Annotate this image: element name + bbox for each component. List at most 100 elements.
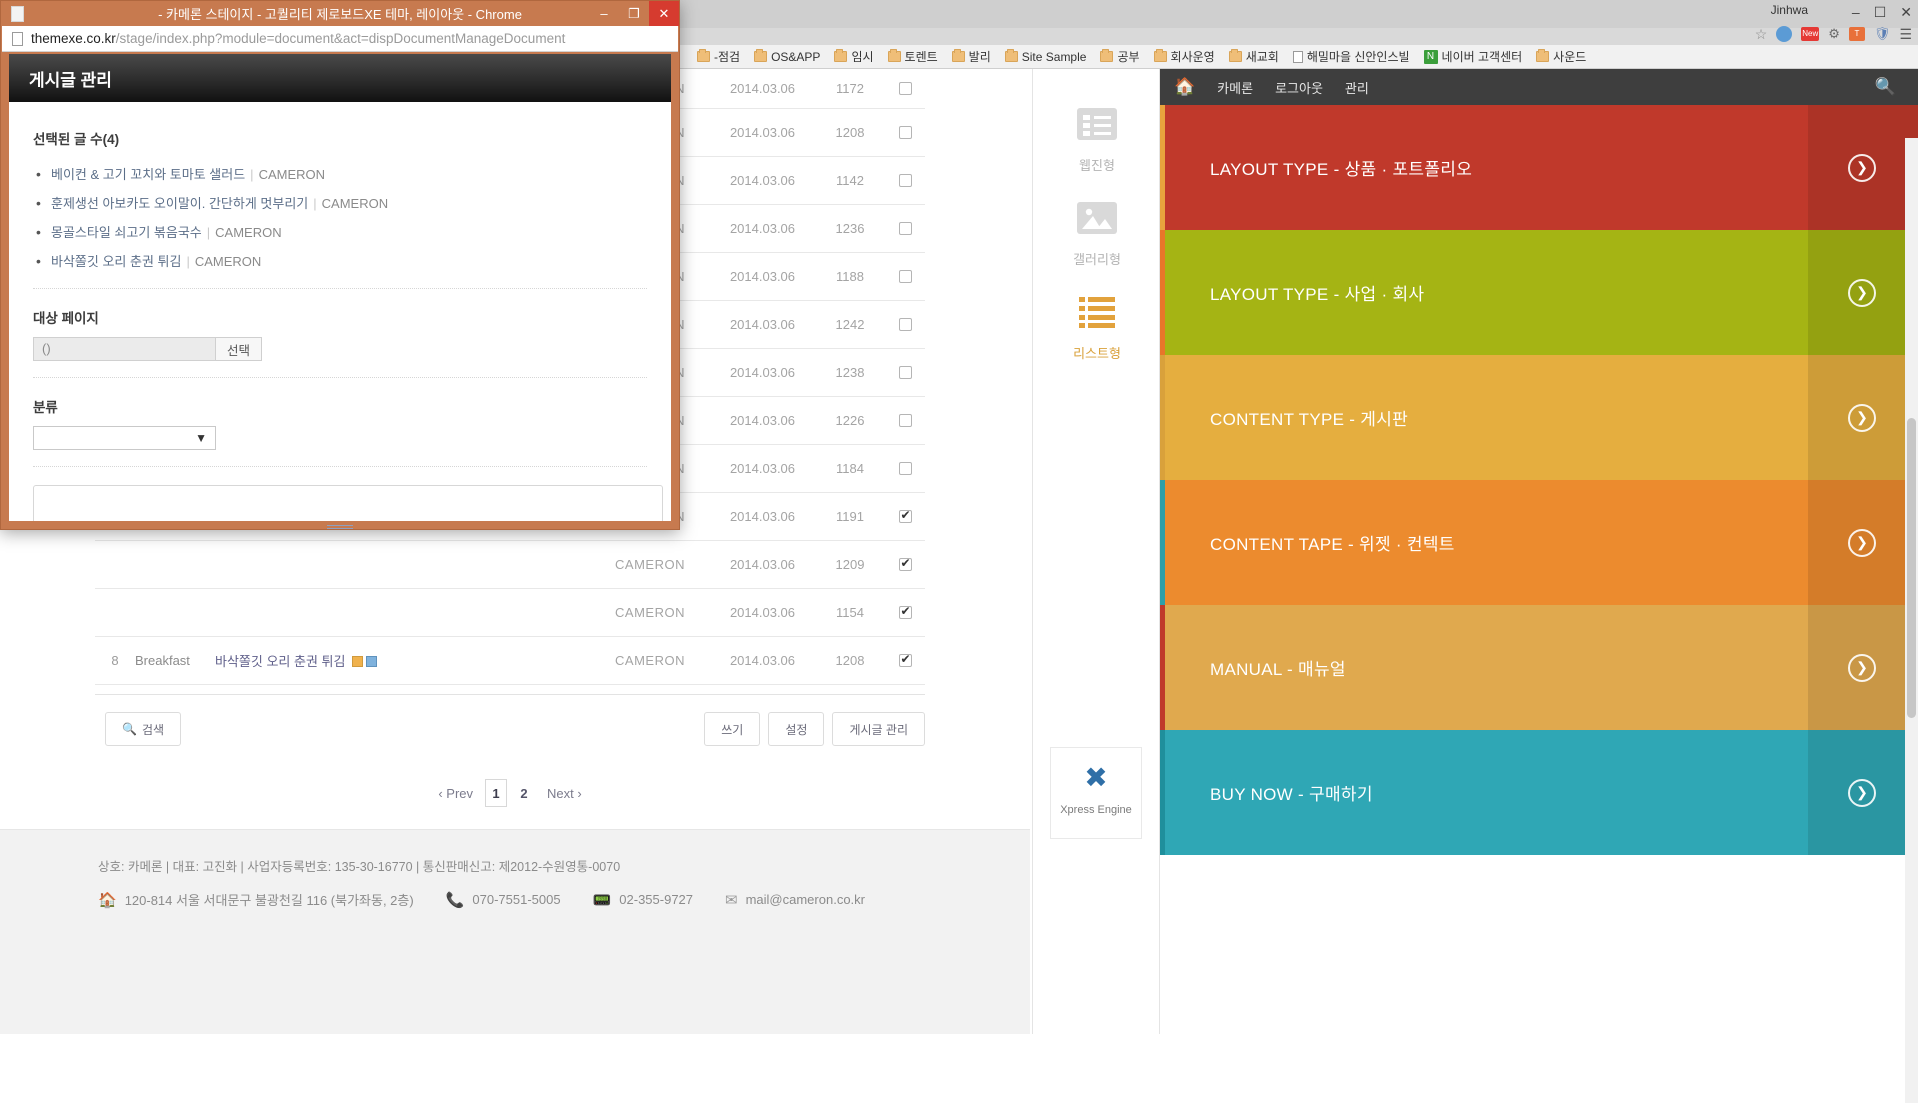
- row-checkbox-cell[interactable]: [885, 318, 925, 331]
- layout-type-webzine[interactable]: 웹진형: [1033, 107, 1161, 174]
- pagination-next[interactable]: Next ›: [541, 779, 588, 807]
- bookmark-item[interactable]: 토렌트: [881, 46, 945, 68]
- chevron-right-icon[interactable]: ❯: [1848, 528, 1876, 557]
- layout-type-list[interactable]: 리스트형: [1033, 295, 1161, 362]
- row-checkbox-cell[interactable]: [885, 366, 925, 379]
- promo-banner-layout-business[interactable]: LAYOUT TYPE - 사업 · 회사 ❯: [1160, 230, 1918, 355]
- footer-email[interactable]: mail@cameron.co.kr: [746, 892, 865, 907]
- bookmark-item[interactable]: N 네이버 고객센터: [1417, 46, 1530, 68]
- chevron-right-icon[interactable]: ❯: [1848, 653, 1876, 682]
- list-item[interactable]: 몽골스타일 쇠고기 볶음국수 | CAMERON: [33, 218, 647, 247]
- popup-title-bar[interactable]: - 카메론 스테이지 - 고퀄리티 제로보드XE 테마, 레이아웃 - Chro…: [1, 1, 679, 26]
- home-icon[interactable]: 🏠: [1174, 77, 1195, 97]
- promo-nav-cameron[interactable]: 카메론: [1217, 78, 1253, 97]
- minimize-button[interactable]: –: [589, 1, 619, 26]
- layout-type-gallery[interactable]: 갤러리형: [1033, 201, 1161, 268]
- row-checkbox-cell[interactable]: [885, 604, 925, 619]
- bg-minimize-icon[interactable]: –: [1852, 2, 1860, 22]
- chevron-right-icon[interactable]: ❯: [1848, 278, 1876, 307]
- pagination-page-2[interactable]: 2: [513, 779, 535, 807]
- table-row[interactable]: CAMERON 2014.03.06 1209: [95, 541, 925, 589]
- category-select[interactable]: ▼: [33, 426, 216, 450]
- list-item[interactable]: 베이컨 & 고기 꼬치와 토마토 샐러드 | CAMERON: [33, 160, 647, 189]
- memo-textarea[interactable]: [33, 485, 663, 521]
- row-checkbox[interactable]: [898, 462, 912, 475]
- star-icon[interactable]: ☆: [1755, 26, 1768, 43]
- translate-icon[interactable]: T: [1848, 27, 1865, 41]
- scrollbar-thumb[interactable]: [1907, 418, 1916, 718]
- settings-button[interactable]: 설정: [768, 712, 825, 746]
- table-row[interactable]: 8 Breakfast 바삭쫄깃 오리 춘권 튀김 CAMERON 2014.0…: [95, 637, 925, 685]
- row-checkbox[interactable]: [898, 174, 912, 187]
- new-badge-icon[interactable]: New: [1801, 27, 1820, 41]
- shield-icon[interactable]: 🛡: [1874, 26, 1891, 42]
- menu-icon[interactable]: ☰: [1899, 26, 1912, 43]
- bookmark-item[interactable]: 발리: [945, 46, 998, 68]
- row-checkbox[interactable]: [898, 270, 912, 283]
- page-info-icon[interactable]: [12, 31, 23, 46]
- bookmark-item[interactable]: 새교회: [1222, 46, 1286, 68]
- list-item[interactable]: 바삭쫄깃 오리 춘권 튀김 | CAMERON: [33, 247, 647, 276]
- chevron-right-icon[interactable]: ❯: [1848, 403, 1876, 432]
- row-checkbox-cell[interactable]: [885, 462, 925, 475]
- popup-browser-window[interactable]: - 카메론 스테이지 - 고퀄리티 제로보드XE 테마, 레이아웃 - Chro…: [0, 0, 680, 530]
- row-checkbox[interactable]: [898, 222, 912, 235]
- target-page-input[interactable]: (): [33, 337, 216, 361]
- promo-banner-content-widget[interactable]: CONTENT TAPE - 위젯 · 컨텍트 ❯: [1160, 480, 1918, 605]
- list-item[interactable]: 훈제생선 아보카도 오이말이. 간단하게 멋부리기 | CAMERON: [33, 189, 647, 218]
- bookmark-item[interactable]: -점검: [690, 46, 747, 68]
- row-checkbox[interactable]: [898, 366, 912, 379]
- pagination-page-1[interactable]: 1: [485, 779, 507, 807]
- row-checkbox-cell[interactable]: [885, 556, 925, 571]
- row-checkbox[interactable]: [898, 556, 912, 571]
- bookmark-item[interactable]: 임시: [827, 46, 880, 68]
- page-scrollbar[interactable]: [1905, 138, 1918, 1103]
- search-icon[interactable]: 🔍: [1875, 77, 1896, 97]
- row-checkbox-cell[interactable]: [885, 82, 925, 95]
- manage-posts-button[interactable]: 게시글 관리: [832, 712, 925, 746]
- write-button[interactable]: 쓰기: [704, 712, 761, 746]
- promo-nav-logout[interactable]: 로그아웃: [1275, 78, 1323, 97]
- row-checkbox-cell[interactable]: [885, 652, 925, 667]
- row-checkbox[interactable]: [898, 126, 912, 139]
- extension-icon[interactable]: ⚙: [1828, 26, 1840, 42]
- popup-address-bar[interactable]: themexe.co.kr/stage/index.php?module=doc…: [2, 26, 678, 52]
- chevron-right-icon[interactable]: ❯: [1848, 153, 1876, 182]
- promo-banner-layout-product[interactable]: LAYOUT TYPE - 상품 · 포트폴리오 ❯: [1160, 105, 1918, 230]
- xpress-engine-badge[interactable]: ✖ Xpress Engine: [1050, 747, 1142, 839]
- search-button[interactable]: 🔍 검색: [105, 712, 182, 746]
- row-checkbox[interactable]: [898, 414, 912, 427]
- bg-maximize-icon[interactable]: ☐: [1874, 2, 1887, 22]
- bookmark-item[interactable]: 해밀마을 신안인스빌: [1286, 46, 1417, 68]
- row-checkbox-cell[interactable]: [885, 270, 925, 283]
- bookmark-item[interactable]: 공부: [1093, 46, 1146, 68]
- promo-banner-content-board[interactable]: CONTENT TYPE - 게시판 ❯: [1160, 355, 1918, 480]
- row-checkbox-cell[interactable]: [885, 126, 925, 139]
- row-checkbox[interactable]: [898, 508, 912, 523]
- row-checkbox-cell[interactable]: [885, 414, 925, 427]
- row-checkbox[interactable]: [898, 652, 912, 667]
- chevron-right-icon[interactable]: ❯: [1848, 778, 1876, 807]
- row-checkbox[interactable]: [898, 604, 912, 619]
- bookmark-item[interactable]: Site Sample: [998, 46, 1094, 68]
- close-button[interactable]: ✕: [649, 1, 679, 26]
- row-checkbox[interactable]: [898, 82, 912, 95]
- row-checkbox-cell[interactable]: [885, 508, 925, 523]
- row-checkbox-cell[interactable]: [885, 222, 925, 235]
- row-checkbox-cell[interactable]: [885, 174, 925, 187]
- bookmark-item[interactable]: 회사운영: [1147, 46, 1222, 68]
- promo-banner-buy-now[interactable]: BUY NOW - 구매하기 ❯: [1160, 730, 1918, 855]
- pagination-prev[interactable]: ‹ Prev: [432, 779, 479, 807]
- row-title[interactable]: 바삭쫄깃 오리 춘권 튀김: [215, 651, 590, 670]
- promo-nav-admin[interactable]: 관리: [1345, 78, 1369, 97]
- bookmark-item[interactable]: OS&APP: [747, 46, 827, 68]
- table-row[interactable]: CAMERON 2014.03.06 1154: [95, 589, 925, 637]
- maximize-button[interactable]: ❐: [619, 1, 649, 26]
- promo-banner-manual[interactable]: MANUAL - 매뉴얼 ❯: [1160, 605, 1918, 730]
- profile-icon[interactable]: [1776, 26, 1793, 42]
- chrome-profile-name[interactable]: Jinhwa: [1771, 3, 1808, 17]
- resize-handle[interactable]: [327, 523, 353, 529]
- target-page-select-button[interactable]: 선택: [216, 337, 263, 361]
- bookmark-item[interactable]: 사운드: [1529, 46, 1593, 68]
- bg-close-icon[interactable]: ✕: [1900, 2, 1912, 22]
